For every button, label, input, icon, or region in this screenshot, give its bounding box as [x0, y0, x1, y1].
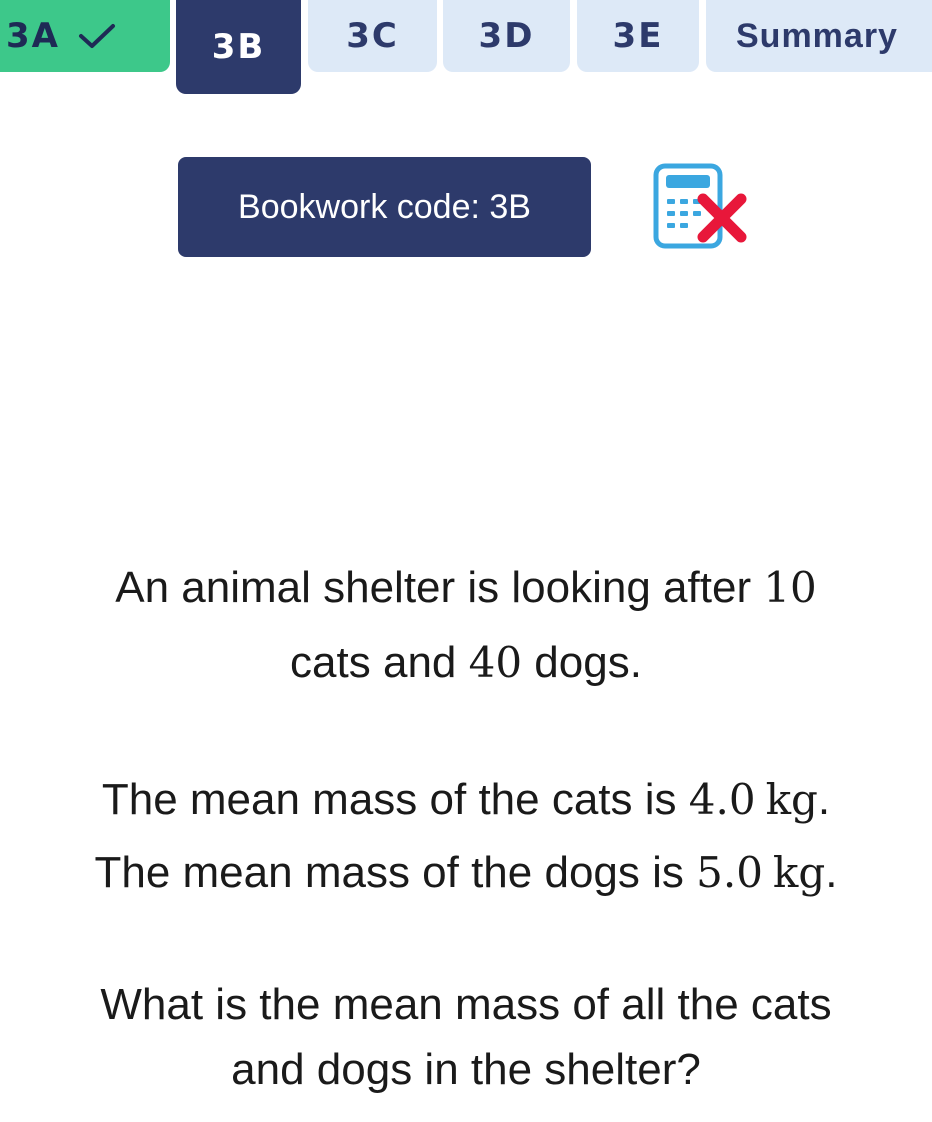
- question-line-1: An animal shelter is looking after 10: [0, 548, 932, 628]
- question-text: An animal shelter is looking after: [115, 563, 764, 612]
- question-line-6: and dogs in the shelter?: [0, 1030, 932, 1110]
- dogs-count: 40: [468, 638, 523, 687]
- cats-mean: 4.0: [688, 775, 756, 824]
- bookwork-code-box: Bookwork code: 3B: [178, 157, 591, 257]
- tab-3a[interactable]: 3A: [0, 0, 170, 72]
- bookwork-code-label: Bookwork code: 3B: [238, 187, 531, 226]
- tab-summary[interactable]: Summary: [706, 0, 932, 72]
- question-line-2: cats and 40 dogs.: [0, 623, 932, 703]
- tab-3d[interactable]: 3D: [443, 0, 570, 72]
- tab-3c[interactable]: 3C: [308, 0, 437, 72]
- question-text: .: [817, 775, 831, 824]
- question-text: The mean mass of the dogs is: [94, 848, 697, 897]
- question-text: The mean mass of the cats is: [101, 775, 689, 824]
- tab-3d-label: 3D: [478, 16, 535, 56]
- tab-3e-label: 3E: [612, 16, 664, 56]
- calculator-not-allowed-icon: [653, 163, 747, 249]
- tab-3c-label: 3C: [346, 16, 399, 56]
- unit-kg: kg: [772, 848, 826, 897]
- tab-summary-label: Summary: [736, 16, 898, 55]
- question-text: .: [825, 848, 838, 897]
- question-line-4: The mean mass of the dogs is 5.0 kg.: [0, 833, 932, 913]
- tab-3a-label: 3A: [6, 16, 60, 56]
- tab-3b-label: 3B: [211, 27, 266, 67]
- tab-3e[interactable]: 3E: [577, 0, 699, 72]
- question-text: and dogs in the shelter?: [231, 1045, 701, 1094]
- question-text: What is the mean mass of all the cats: [100, 980, 832, 1029]
- question-text: cats and: [290, 638, 469, 687]
- check-icon: [78, 24, 115, 48]
- tab-3b[interactable]: 3B: [176, 0, 301, 94]
- unit-kg: kg: [765, 775, 818, 824]
- question-line-3: The mean mass of the cats is 4.0 kg.: [0, 760, 932, 840]
- dogs-mean: 5.0: [696, 848, 763, 897]
- question-text: dogs.: [522, 638, 642, 687]
- cats-count: 10: [763, 563, 817, 612]
